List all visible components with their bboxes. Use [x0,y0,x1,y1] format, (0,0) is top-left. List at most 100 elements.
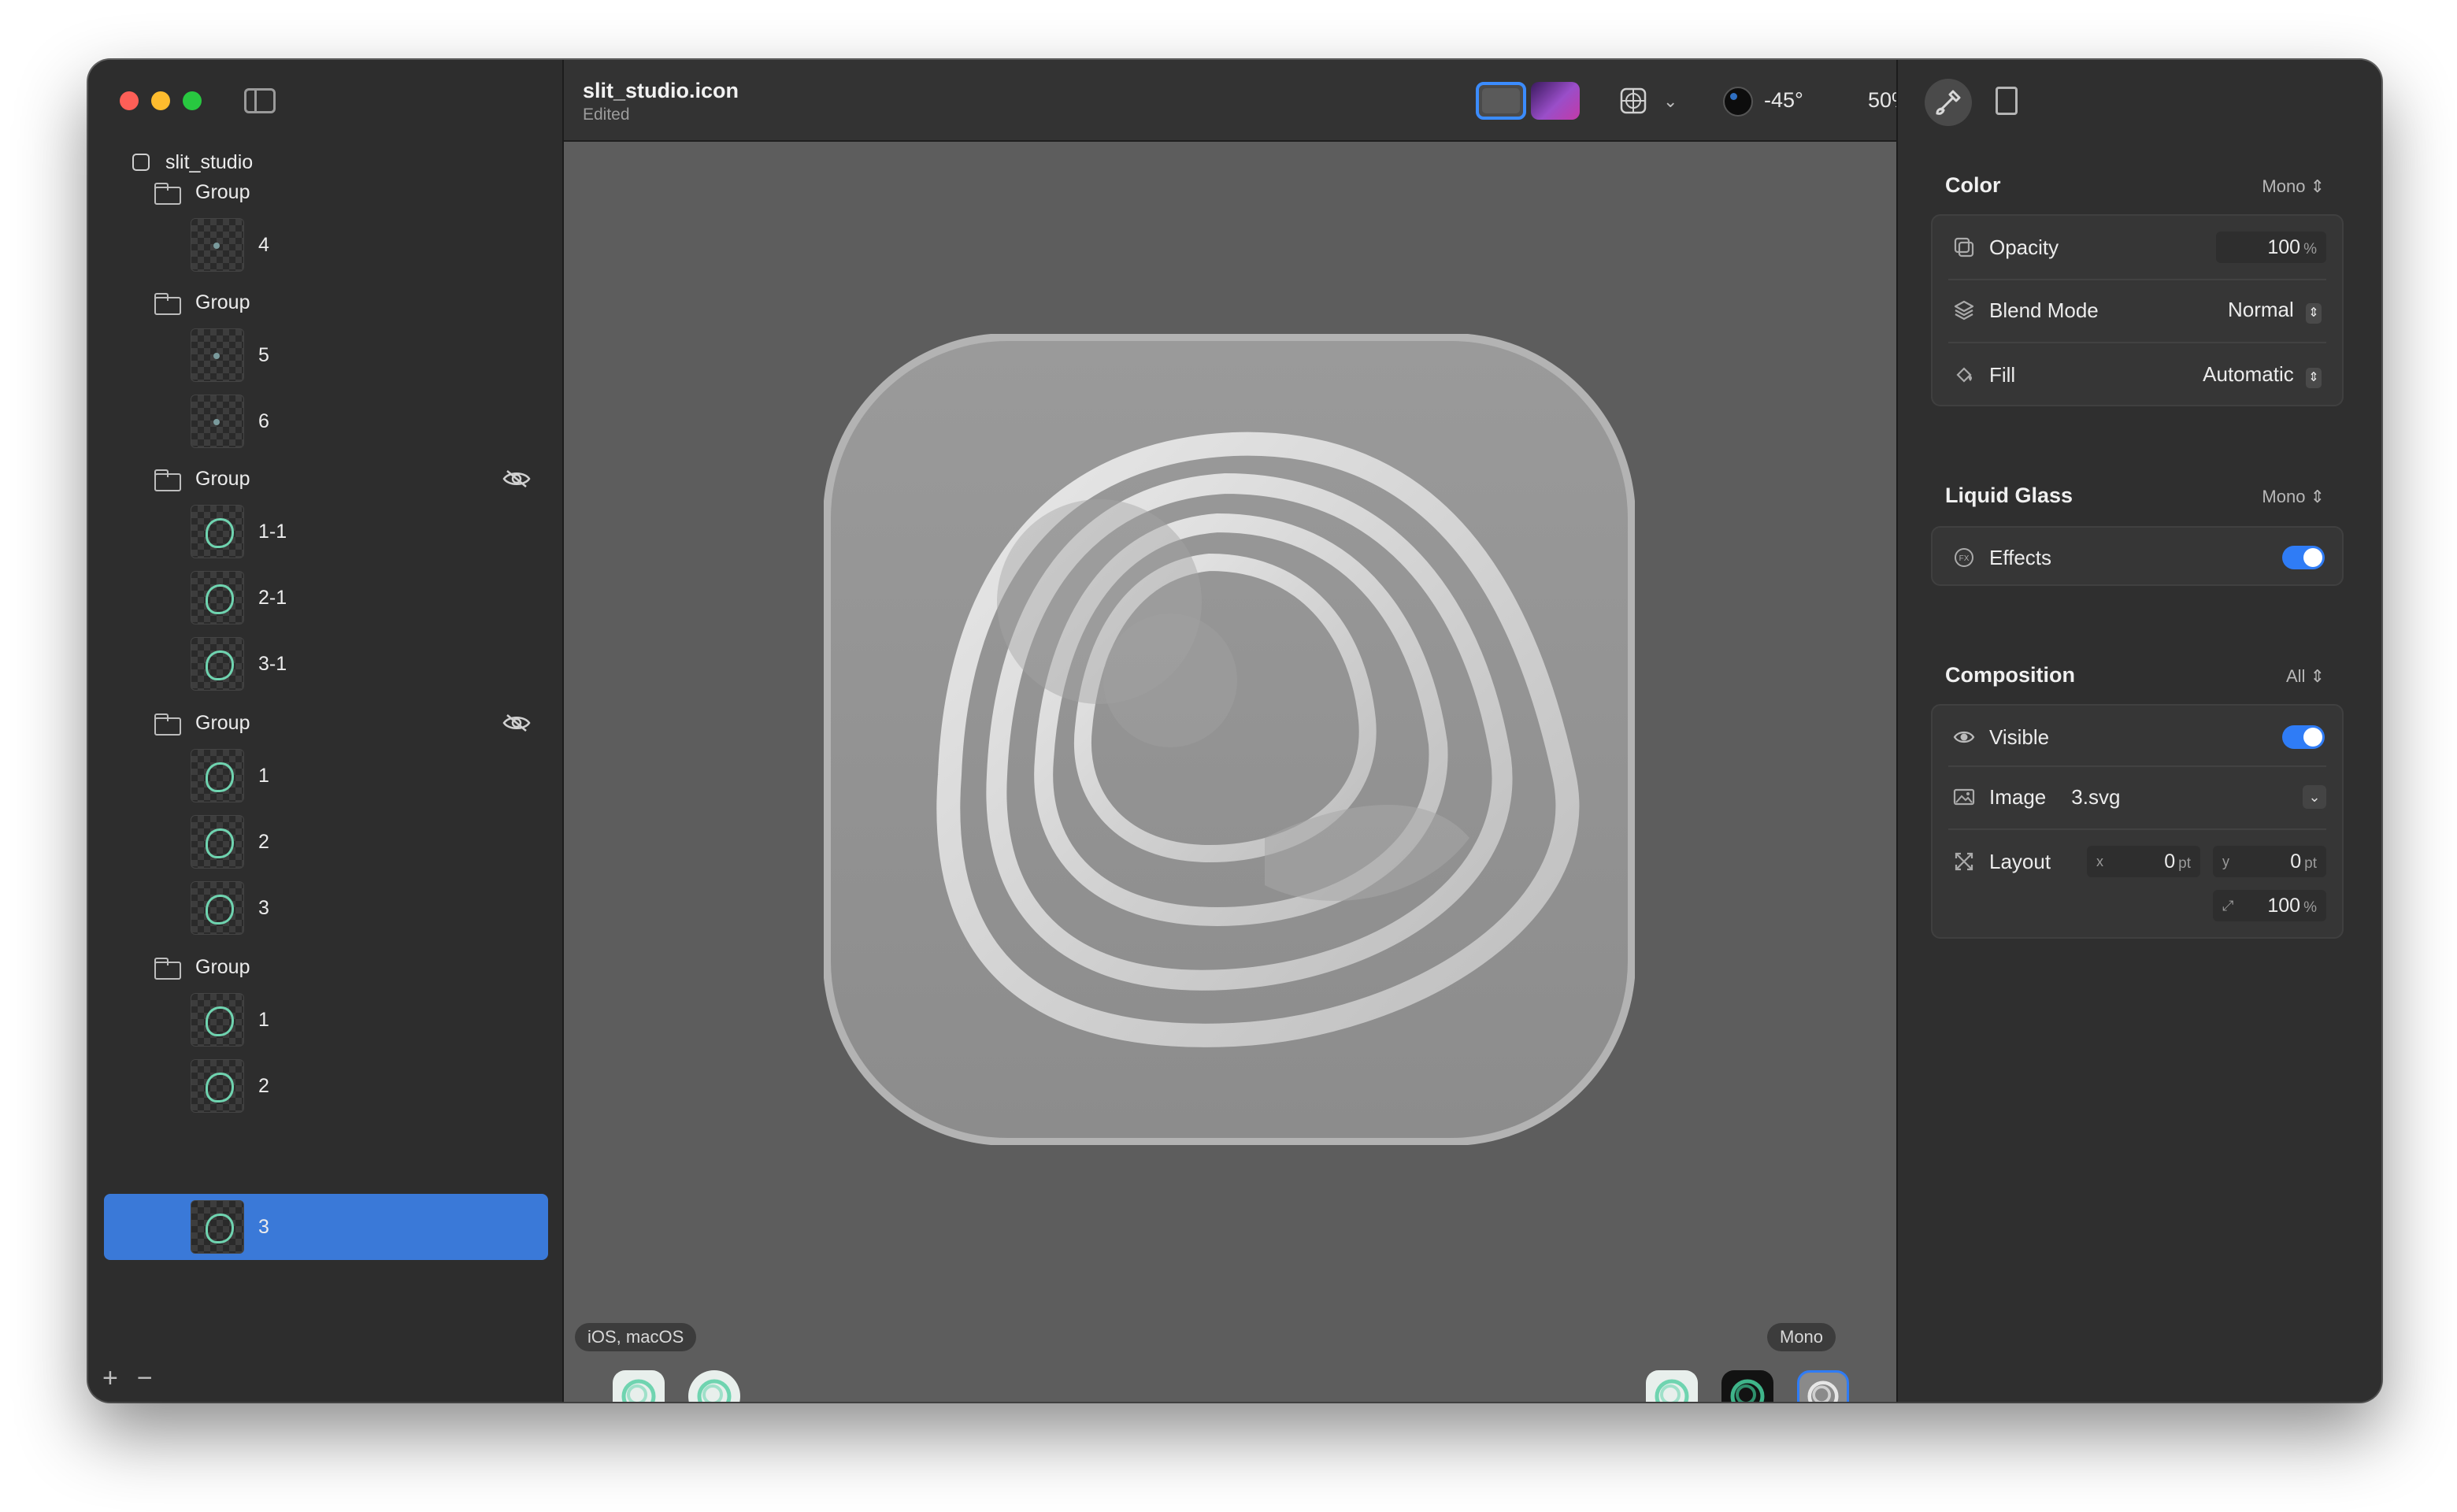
layer-row[interactable]: 2 [104,814,548,869]
image-value: 3.svg [2071,784,2121,809]
layout-x-field[interactable]: x 0 pt [2087,846,2200,877]
layer-row[interactable]: 3-1 [104,636,548,691]
group-row[interactable]: Group [104,287,548,318]
folder-icon [154,183,181,205]
x-value: 0 [2164,850,2176,873]
close-window-button[interactable] [120,91,139,110]
layer-label: 6 [258,410,269,432]
group-row[interactable]: Group [104,951,548,983]
layer-row[interactable]: 5 [104,328,548,383]
document-icon [132,154,150,171]
image-row: Image 3.svg ⌄ [1933,780,2342,814]
dark-appearance-thumbnail[interactable] [1721,1370,1773,1402]
default-appearance-thumbnail[interactable] [1646,1370,1698,1402]
divider [1948,828,2326,830]
group-label: Group [195,291,250,313]
opacity-row: Opacity 100% [1933,230,2342,265]
layer-label: 3 [258,1215,269,1238]
layer-row-selected[interactable]: 3 [104,1194,548,1260]
y-value: 0 [2290,850,2302,873]
svg-text:FX: FX [1959,554,1970,563]
mono-appearance-thumbnail[interactable] [1797,1370,1849,1402]
group-row[interactable]: Group [104,463,548,495]
remove-layer-button[interactable]: − [137,1363,153,1394]
folder-icon [154,713,181,736]
divider [1948,279,2326,280]
color-mode-popup[interactable]: Mono ⇕ [2262,176,2325,197]
visible-toggle[interactable] [2282,725,2325,749]
app-window: slit_studio Group 4 Group 5 6 Group 1-1 … [88,60,2381,1402]
y-label: y [2222,854,2229,869]
add-layer-button[interactable]: + [102,1363,118,1394]
fill-popup[interactable]: Automatic ⇕ [2203,362,2322,388]
appearance-badge: Mono [1767,1323,1836,1351]
y-unit: pt [2304,855,2317,872]
layer-row[interactable]: 2 [104,1058,548,1114]
layer-thumbnail [191,1059,244,1113]
layers-icon [1954,300,1974,321]
minimize-window-button[interactable] [151,91,170,110]
layer-label: 1 [258,764,269,787]
tree-root[interactable]: slit_studio [104,146,548,178]
liquid-glass-mode-popup[interactable]: Mono ⇕ [2262,487,2325,507]
layout-scale-field[interactable]: ⤢ 100% [2213,890,2326,921]
opacity-field[interactable]: 100% [2216,232,2326,263]
layer-label: 2 [258,830,269,853]
liquid-glass-section-title: Liquid Glass [1945,484,2073,507]
layer-thumbnail [191,505,244,558]
paintbrush-icon [1936,90,1961,115]
layout-label: Layout [1989,849,2051,873]
blend-mode-label: Blend Mode [1989,298,2099,322]
layer-row[interactable]: 4 [104,217,548,272]
composition-section-title: Composition [1945,663,2075,687]
layer-row[interactable]: 1 [104,748,548,803]
inspector-tab-appearance[interactable] [1925,79,1972,126]
light-angle-icon[interactable] [1723,87,1753,117]
zoom-window-button[interactable] [183,91,202,110]
macos-preview-thumbnail[interactable] [688,1370,740,1402]
blend-mode-popup[interactable]: Normal ⇕ [2228,298,2322,324]
sidebar-footer: + − [102,1363,153,1394]
composition-card: Visible Image 3.svg ⌄ Layout x 0 pt y 0 … [1931,704,2344,939]
chevron-down-icon[interactable]: ⌄ [1663,91,1677,112]
layer-thumbnail [191,637,244,691]
ios-preview-thumbnail[interactable] [613,1370,665,1402]
layer-label: 3 [258,896,269,919]
effects-toggle[interactable] [2282,546,2325,569]
layer-row[interactable]: 3 [104,880,548,936]
layer-row[interactable]: 1-1 [104,504,548,559]
sidebar-toggle-icon[interactable] [244,88,276,113]
group-label: Group [195,711,250,734]
hidden-eye-icon[interactable] [502,713,531,732]
document-status: Edited [583,106,630,124]
layer-thumbnail [191,749,244,802]
x-unit: pt [2178,855,2191,872]
group-row[interactable]: Group [104,176,548,208]
document-title: slit_studio.icon [583,79,739,102]
layout-y-field[interactable]: y 0 pt [2213,846,2326,877]
group-row[interactable]: Group [104,707,548,739]
layer-label: 2-1 [258,586,287,609]
layer-thumbnail [191,218,244,272]
layer-thumbnail [191,395,244,448]
platform-badge: iOS, macOS [575,1323,697,1351]
folder-icon [154,958,181,980]
gradient-background-button[interactable] [1531,82,1580,120]
image-popup-chevron-icon[interactable]: ⌄ [2303,785,2326,809]
layer-row[interactable]: 6 [104,394,548,449]
icon-canvas[interactable]: iOS, macOS Mono [564,142,1896,1402]
hidden-eye-icon[interactable] [502,469,531,488]
layer-row[interactable]: 1 [104,992,548,1047]
layer-thumbnail [191,328,244,382]
grid-overlay-icon[interactable] [1619,87,1647,115]
light-angle-value[interactable]: -45° [1764,88,1803,113]
light-background-button[interactable] [1476,82,1526,120]
document-tab-icon[interactable] [1996,87,2018,115]
layer-label: 2 [258,1074,269,1097]
tree-root-label: slit_studio [165,150,254,173]
layer-row[interactable]: 2-1 [104,570,548,625]
effects-row: FX Effects [1933,540,2342,575]
fill-row: Fill Automatic ⇕ [1933,358,2342,392]
opacity-unit: % [2303,241,2317,258]
composition-mode-popup[interactable]: All ⇕ [2286,666,2325,687]
